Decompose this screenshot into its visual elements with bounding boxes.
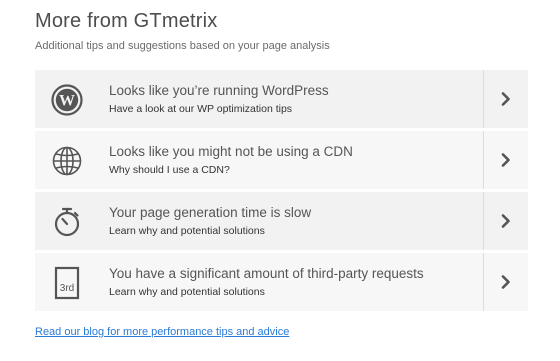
svg-text:3rd: 3rd xyxy=(59,283,73,294)
section-title: More from GTmetrix xyxy=(35,10,218,32)
stopwatch-icon xyxy=(50,205,83,238)
tip-wordpress[interactable]: W Looks like you’re running WordPress Ha… xyxy=(35,70,528,128)
svg-text:W: W xyxy=(59,92,75,109)
tip-subtext: Have a look at our WP optimization tips xyxy=(109,103,293,115)
blog-link[interactable]: Read our blog for more performance tips … xyxy=(35,326,289,338)
tip-heading: Looks like you might not be using a CDN xyxy=(109,144,353,159)
chevron-right-icon[interactable] xyxy=(483,192,528,250)
tip-heading: Looks like you’re running WordPress xyxy=(109,83,329,98)
wordpress-icon: W xyxy=(50,83,83,116)
tip-cdn[interactable]: Looks like you might not be using a CDN … xyxy=(35,131,528,189)
chevron-right-icon[interactable] xyxy=(483,131,528,189)
globe-icon xyxy=(50,144,83,177)
tips-list: W Looks like you’re running WordPress Ha… xyxy=(35,70,528,314)
tip-third-party[interactable]: 3rd You have a significant amount of thi… xyxy=(35,253,528,311)
chevron-right-icon[interactable] xyxy=(483,70,528,128)
tip-subtext: Why should I use a CDN? xyxy=(109,164,230,176)
third-party-icon: 3rd xyxy=(50,266,83,299)
section-subtitle: Additional tips and suggestions based on… xyxy=(35,40,330,52)
tip-generation-time[interactable]: Your page generation time is slow Learn … xyxy=(35,192,528,250)
tip-subtext: Learn why and potential solutions xyxy=(109,286,265,298)
tip-subtext: Learn why and potential solutions xyxy=(109,225,265,237)
tip-heading: You have a significant amount of third-p… xyxy=(109,266,424,281)
tip-heading: Your page generation time is slow xyxy=(109,205,312,220)
chevron-right-icon[interactable] xyxy=(483,253,528,311)
gtmetrix-more-panel: More from GTmetrix Additional tips and s… xyxy=(0,0,560,361)
